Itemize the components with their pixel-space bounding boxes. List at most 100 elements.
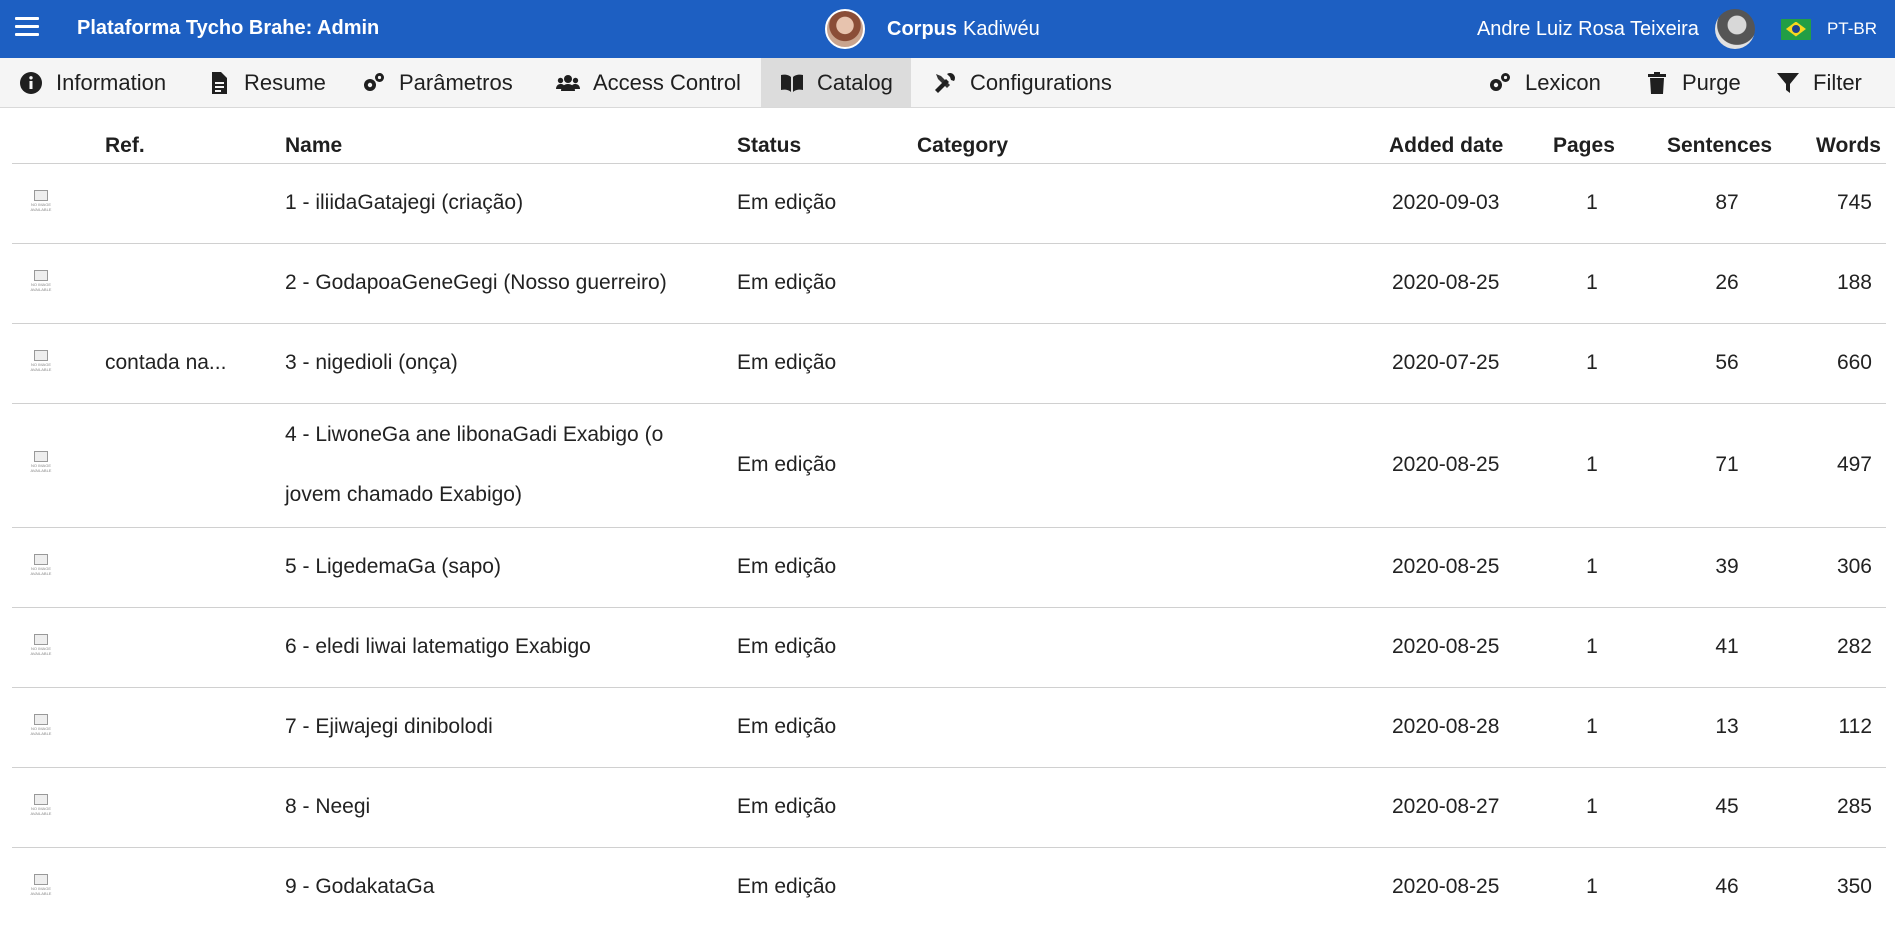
cell-words: 660 [1836, 351, 1872, 374]
cell-name[interactable]: 8 - Neegi [285, 795, 370, 819]
menu-item-label: Information [56, 69, 167, 95]
cell-status: Em edição [737, 875, 837, 898]
user-avatar[interactable] [1714, 9, 1755, 49]
menu-item-configurations[interactable]: Configurations [914, 58, 1130, 107]
cell-sentences: 46 [1715, 875, 1739, 898]
column-header-added-date[interactable]: Added date [1389, 134, 1503, 158]
cell-name[interactable]: 3 - nigedioli (onça) [285, 351, 458, 375]
menu-bar: Information Resume Parâmetros Access Con… [0, 58, 1895, 108]
cell-status: Em edição [737, 715, 837, 738]
menu-item-label: Catalog [817, 69, 893, 95]
cell-name-line1[interactable]: 4 - LiwoneGa ane libonaGadi Exabigo (o [285, 423, 663, 447]
gears-icon [361, 70, 387, 96]
cell-status: Em edição [737, 795, 837, 818]
cell-status: Em edição [737, 453, 837, 476]
cell-added-date: 2020-08-25 [1392, 555, 1500, 578]
cell-name[interactable]: 2 - GodapoaGeneGegi (Nosso guerreiro) [285, 271, 667, 295]
cell-added-date: 2020-08-25 [1392, 271, 1500, 294]
book-open-icon [779, 70, 805, 96]
cell-sentences: 41 [1715, 635, 1739, 658]
menu-item-information[interactable]: Information [0, 58, 184, 107]
file-text-icon [206, 70, 232, 96]
corpus-label: Corpus [887, 17, 957, 40]
no-image-thumbnail-icon: NO IMAGE AVAILABLE [30, 350, 52, 378]
cell-words: 745 [1836, 191, 1872, 214]
cell-ref: contada na... [105, 351, 227, 374]
app-title: Plataforma Tycho Brahe: Admin [77, 17, 380, 39]
cell-words: 285 [1836, 795, 1872, 818]
cell-name[interactable]: 7 - Ejiwajegi dinibolodi [285, 715, 493, 739]
table-row[interactable]: NO IMAGE AVAILABLE 9 - GodakataGa Em edi… [12, 848, 1886, 928]
cell-name-line2[interactable]: jovem chamado Exabigo) [285, 483, 522, 507]
user-name[interactable]: Andre Luiz Rosa Teixeira [1477, 18, 1699, 41]
menu-item-parametros[interactable]: Parâmetros [343, 58, 531, 107]
cell-sentences: 13 [1715, 715, 1739, 738]
corpus-selector[interactable]: Corpus Kadiwéu [825, 9, 1040, 49]
cell-added-date: 2020-08-27 [1392, 795, 1500, 818]
column-header-category[interactable]: Category [917, 134, 1008, 158]
no-image-thumbnail-icon: NO IMAGE AVAILABLE [30, 190, 52, 218]
cell-status: Em edição [737, 271, 837, 294]
cell-name[interactable]: 1 - iliidaGatajegi (criação) [285, 191, 523, 215]
trash-icon [1644, 70, 1670, 96]
cell-pages: 1 [1586, 271, 1598, 294]
menu-item-label: Configurations [970, 69, 1112, 95]
column-header-status[interactable]: Status [737, 134, 801, 158]
cell-sentences: 26 [1715, 271, 1739, 294]
cell-words: 282 [1836, 635, 1872, 658]
cell-status: Em edição [737, 191, 837, 214]
menu-item-filter[interactable]: Filter [1757, 58, 1880, 107]
table-row[interactable]: NO IMAGE AVAILABLE 2 - GodapoaGeneGegi (… [12, 244, 1886, 324]
column-header-ref[interactable]: Ref. [105, 134, 145, 158]
cell-added-date: 2020-09-03 [1392, 191, 1500, 214]
no-image-thumbnail-icon: NO IMAGE AVAILABLE [30, 714, 52, 742]
table-row[interactable]: NO IMAGE AVAILABLE 7 - Ejiwajegi dinibol… [12, 688, 1886, 768]
table-row[interactable]: NO IMAGE AVAILABLE 8 - Neegi Em edição 2… [12, 768, 1886, 848]
users-icon [555, 70, 581, 96]
cell-sentences: 71 [1715, 453, 1739, 476]
cell-status: Em edição [737, 635, 837, 658]
no-image-thumbnail-icon: NO IMAGE AVAILABLE [30, 270, 52, 298]
column-header-name[interactable]: Name [285, 134, 342, 158]
menu-item-label: Parâmetros [399, 69, 513, 95]
menu-item-purge[interactable]: Purge [1626, 58, 1759, 107]
hamburger-menu-icon[interactable] [15, 17, 39, 37]
corpus-name: Kadiwéu [963, 17, 1040, 40]
table-row[interactable]: NO IMAGE AVAILABLE 4 - LiwoneGa ane libo… [12, 404, 1886, 528]
table-row[interactable]: NO IMAGE AVAILABLE 5 - LigedemaGa (sapo)… [12, 528, 1886, 608]
cell-name[interactable]: 5 - LigedemaGa (sapo) [285, 555, 501, 579]
user-area: Andre Luiz Rosa Teixeira PT-BR [1477, 9, 1895, 49]
table-row[interactable]: NO IMAGE AVAILABLE contada na... 3 - nig… [12, 324, 1886, 404]
cell-pages: 1 [1586, 635, 1598, 658]
cell-added-date: 2020-08-28 [1392, 715, 1500, 738]
menu-item-label: Lexicon [1525, 69, 1601, 95]
cell-name[interactable]: 6 - eledi liwai latematigo Exabigo [285, 635, 591, 659]
no-image-thumbnail-icon: NO IMAGE AVAILABLE [30, 794, 52, 822]
cell-added-date: 2020-08-25 [1392, 875, 1500, 898]
info-circle-icon [18, 70, 44, 96]
cell-status: Em edição [737, 351, 837, 374]
corpus-avatar [825, 9, 865, 49]
cell-name[interactable]: 9 - GodakataGa [285, 875, 434, 899]
cell-pages: 1 [1586, 875, 1598, 898]
catalog-table: Ref. Name Status Category Added date Pag… [12, 126, 1886, 928]
column-header-words[interactable]: Words [1816, 134, 1881, 158]
cell-pages: 1 [1586, 795, 1598, 818]
cell-words: 306 [1836, 555, 1872, 578]
no-image-thumbnail-icon: NO IMAGE AVAILABLE [30, 874, 52, 902]
table-row[interactable]: NO IMAGE AVAILABLE 1 - iliidaGatajegi (c… [12, 164, 1886, 244]
menu-item-lexicon[interactable]: Lexicon [1469, 58, 1619, 107]
cell-pages: 1 [1586, 715, 1598, 738]
no-image-thumbnail-icon: NO IMAGE AVAILABLE [30, 451, 52, 479]
menu-item-catalog[interactable]: Catalog [761, 58, 911, 107]
table-header: Ref. Name Status Category Added date Pag… [12, 126, 1886, 164]
menu-item-resume[interactable]: Resume [188, 58, 344, 107]
menu-item-label: Access Control [593, 69, 741, 95]
cell-added-date: 2020-07-25 [1392, 351, 1500, 374]
table-row[interactable]: NO IMAGE AVAILABLE 6 - eledi liwai latem… [12, 608, 1886, 688]
column-header-pages[interactable]: Pages [1553, 134, 1615, 158]
menu-item-access-control[interactable]: Access Control [537, 58, 759, 107]
language-selector[interactable]: PT-BR [1827, 19, 1877, 39]
column-header-sentences[interactable]: Sentences [1667, 134, 1772, 158]
brazil-flag-icon[interactable] [1780, 18, 1811, 40]
